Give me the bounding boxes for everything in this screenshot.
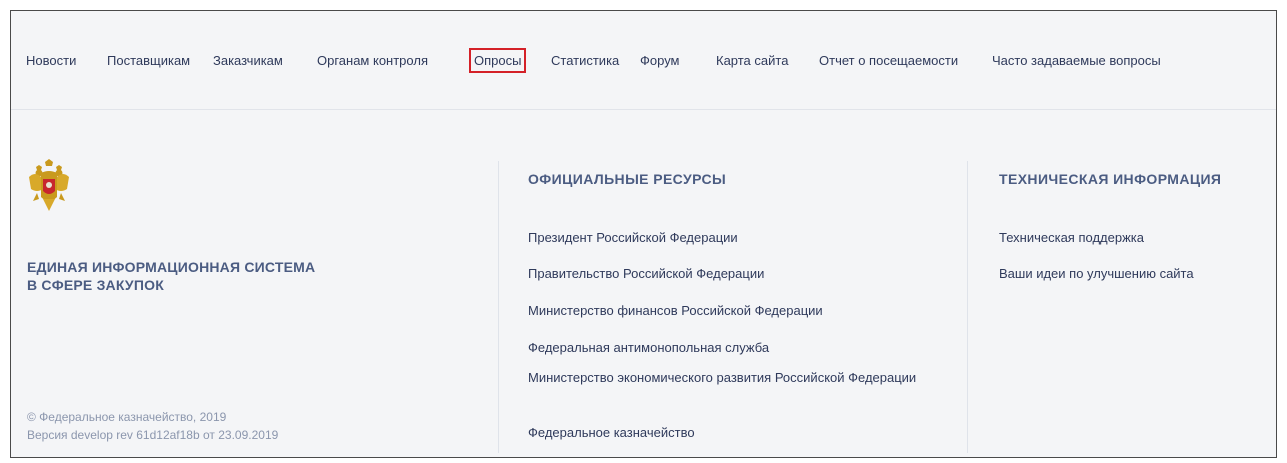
nav-item-suppliers[interactable]: Поставщикам	[107, 53, 190, 68]
nav-item-forum[interactable]: Форум	[640, 53, 680, 68]
column-divider-1	[498, 161, 499, 453]
system-title-line-2: В СФЕРЕ ЗАКУПОК	[27, 277, 164, 293]
column-divider-2	[967, 161, 968, 453]
link-government[interactable]: Правительство Российской Федерации	[528, 264, 764, 284]
copyright-block: © Федеральное казначейство, 2019 Версия …	[27, 408, 278, 444]
system-title: ЕДИНАЯ ИНФОРМАЦИОННАЯ СИСТЕМА В СФЕРЕ ЗА…	[27, 258, 315, 294]
nav-item-customers[interactable]: Заказчикам	[213, 53, 283, 68]
link-ministry-economic-development[interactable]: Министерство экономического развития Рос…	[528, 368, 918, 388]
version-text: Версия develop rev 61d12af18b от 23.09.2…	[27, 428, 279, 442]
nav-item-faq[interactable]: Часто задаваемые вопросы	[992, 53, 1161, 68]
nav-item-attendance-report[interactable]: Отчет о посещаемости	[819, 53, 958, 68]
technical-info-heading: ТЕХНИЧЕСКАЯ ИНФОРМАЦИЯ	[999, 171, 1222, 187]
nav-item-sitemap[interactable]: Карта сайта	[716, 53, 788, 68]
nav-item-surveys[interactable]: Опросы	[468, 48, 527, 73]
link-antimonopoly-service[interactable]: Федеральная антимонопольная служба	[528, 338, 769, 358]
copyright-text: © Федеральное казначейство, 2019	[27, 410, 227, 424]
link-federal-treasury[interactable]: Федеральное казначейство	[528, 423, 695, 443]
system-title-line-1: ЕДИНАЯ ИНФОРМАЦИОННАЯ СИСТЕМА	[27, 259, 316, 275]
link-president[interactable]: Президент Российской Федерации	[528, 228, 738, 248]
link-site-improvement-ideas[interactable]: Ваши идеи по улучшению сайта	[999, 264, 1194, 284]
nav-item-control-bodies[interactable]: Органам контроля	[317, 53, 428, 68]
link-technical-support[interactable]: Техническая поддержка	[999, 228, 1144, 248]
official-resources-heading: ОФИЦИАЛЬНЫЕ РЕСУРСЫ	[528, 171, 727, 187]
site-footer-frame: Новости Поставщикам Заказчикам Органам к…	[10, 10, 1277, 458]
nav-item-news[interactable]: Новости	[26, 53, 76, 68]
nav-item-statistics[interactable]: Статистика	[551, 53, 619, 68]
coat-of-arms-icon	[29, 159, 69, 211]
top-navigation: Новости Поставщикам Заказчикам Органам к…	[11, 11, 1276, 110]
link-ministry-finance[interactable]: Министерство финансов Российской Федерац…	[528, 301, 823, 321]
